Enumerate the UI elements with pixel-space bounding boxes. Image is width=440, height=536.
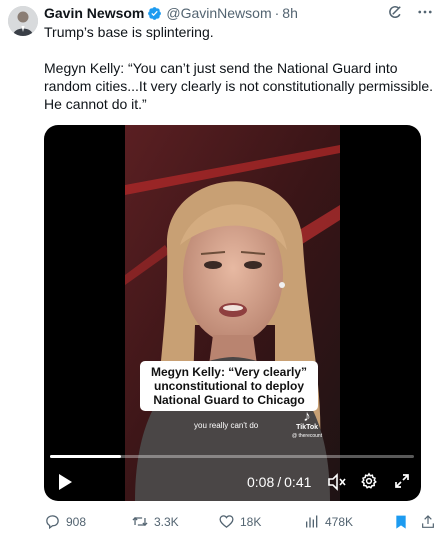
- avatar[interactable]: [8, 6, 38, 36]
- avatar-image: [8, 6, 38, 36]
- video-time: 0:08/0:41: [247, 474, 311, 490]
- reply-count: 908: [66, 514, 87, 529]
- grok-icon[interactable]: [386, 3, 404, 21]
- views-icon: [304, 513, 320, 530]
- tweet-text-line1: Trump’s base is splintering.: [44, 24, 214, 40]
- share-button[interactable]: [420, 513, 436, 531]
- repost-icon: [131, 513, 149, 530]
- video-time-total: 0:41: [284, 474, 312, 490]
- more-icon[interactable]: [416, 3, 434, 21]
- reply-icon: [44, 513, 61, 530]
- video-caption: Megyn Kelly: “Very clearly” unconstituti…: [140, 361, 318, 411]
- video-progress-bar[interactable]: [50, 455, 414, 458]
- author-handle[interactable]: @GavinNewsom: [166, 5, 271, 21]
- repost-count: 3.3K: [154, 514, 179, 529]
- video-player[interactable]: Megyn Kelly: “Very clearly” unconstituti…: [44, 125, 421, 501]
- fullscreen-icon[interactable]: [394, 473, 410, 489]
- tiktok-handle: @ therecount: [292, 433, 323, 439]
- video-frame: [125, 125, 340, 501]
- share-icon: [420, 513, 436, 531]
- bookmark-button[interactable]: [393, 513, 409, 531]
- video-frame-image: [125, 125, 340, 501]
- repost-button[interactable]: 3.3K: [131, 513, 179, 530]
- reply-button[interactable]: 908: [44, 513, 86, 530]
- tiktok-brand: TikTok: [296, 424, 318, 431]
- views-count: 478K: [325, 514, 354, 529]
- video-time-separator: /: [277, 474, 282, 490]
- video-time-current: 0:08: [247, 474, 275, 490]
- heart-icon: [218, 513, 235, 530]
- verified-badge-icon: [147, 6, 162, 21]
- views-button[interactable]: 478K: [304, 513, 353, 530]
- tweet-time[interactable]: 8h: [282, 5, 298, 21]
- tiktok-icon: ♪: [303, 408, 311, 425]
- bookmark-icon: [393, 513, 409, 531]
- play-icon[interactable]: [57, 473, 73, 491]
- separator-dot: ·: [274, 5, 280, 21]
- mute-icon[interactable]: [327, 473, 347, 491]
- author-name[interactable]: Gavin Newsom: [44, 5, 144, 21]
- tiktok-watermark: ♪ TikTok @ therecount: [292, 409, 322, 439]
- video-progress-fill: [50, 455, 121, 458]
- tweet-header: Gavin Newsom @GavinNewsom · 8h: [44, 4, 298, 22]
- video-subtitle: you really can't do: [194, 421, 259, 430]
- header-actions: [386, 3, 434, 21]
- tweet-text-quote: Megyn Kelly: “You can’t just send the Na…: [44, 60, 434, 112]
- like-button[interactable]: 18K: [218, 513, 261, 530]
- like-count: 18K: [240, 514, 262, 529]
- tweet-text: Trump’s base is splintering. Megyn Kelly…: [44, 23, 436, 113]
- gear-icon[interactable]: [360, 472, 378, 490]
- tweet-actions: 908 3.3K 18K 478K: [44, 513, 440, 533]
